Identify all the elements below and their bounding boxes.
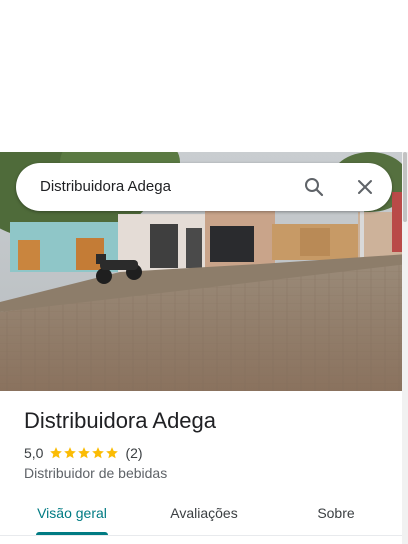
reviews-count[interactable]: (2) (125, 445, 142, 461)
star-icon (78, 447, 91, 459)
tab-about[interactable]: Sobre (296, 503, 376, 533)
star-icon (92, 447, 105, 459)
search-icon[interactable] (302, 175, 326, 199)
tab-reviews[interactable]: Avaliações (156, 503, 252, 533)
rating-row[interactable]: 5,0 (2) (24, 444, 143, 462)
place-category[interactable]: Distribuidor de bebidas (24, 465, 167, 481)
search-input[interactable]: Distribuidora Adega (40, 163, 171, 211)
scrollbar-thumb[interactable] (403, 152, 407, 222)
star-icon (106, 447, 119, 459)
rating-value: 5,0 (24, 445, 44, 461)
star-icon (50, 447, 63, 459)
star-icon (64, 447, 77, 459)
rating-stars (49, 446, 119, 460)
tabs-divider (0, 535, 402, 536)
close-icon[interactable] (353, 175, 377, 199)
tab-overview[interactable]: Visão geral (24, 503, 120, 533)
place-title: Distribuidora Adega (24, 408, 217, 433)
search-bar[interactable]: Distribuidora Adega (16, 163, 392, 211)
